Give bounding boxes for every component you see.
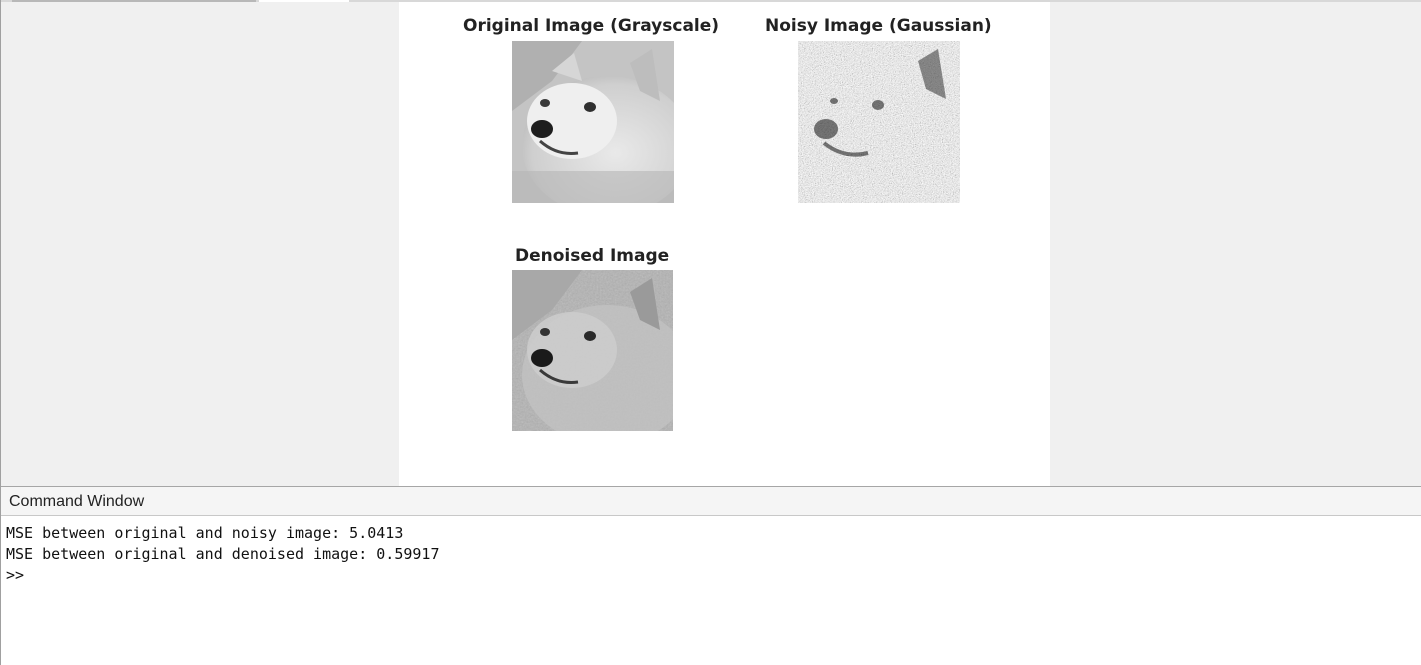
output-line-noisy-mse: MSE between original and noisy image: 5.… [6, 524, 404, 542]
figure-canvas: Original Image (Grayscale) Noisy Image (… [399, 2, 1050, 486]
original-grayscale-image [512, 41, 674, 203]
matlab-workspace: Original Image (Grayscale) Noisy Image (… [0, 0, 1421, 665]
command-window-title: Command Window [9, 493, 145, 510]
subplot-title-original: Original Image (Grayscale) [463, 16, 720, 36]
command-window-header[interactable]: Command Window [1, 487, 1421, 516]
figure-area: Original Image (Grayscale) Noisy Image (… [1, 2, 1421, 486]
command-window[interactable]: Command Window MSE between original and … [1, 486, 1421, 665]
command-window-output[interactable]: MSE between original and noisy image: 5.… [6, 523, 439, 586]
command-prompt: >> [6, 566, 25, 584]
command-prompt-line[interactable]: >> [6, 565, 439, 586]
left-border [0, 0, 1, 665]
denoised-image [512, 270, 673, 431]
noisy-gaussian-image [798, 41, 960, 203]
subplot-title-denoised: Denoised Image [515, 246, 670, 266]
subplot-title-noisy: Noisy Image (Gaussian) [765, 16, 992, 36]
output-line-denoised-mse: MSE between original and denoised image:… [6, 545, 440, 563]
